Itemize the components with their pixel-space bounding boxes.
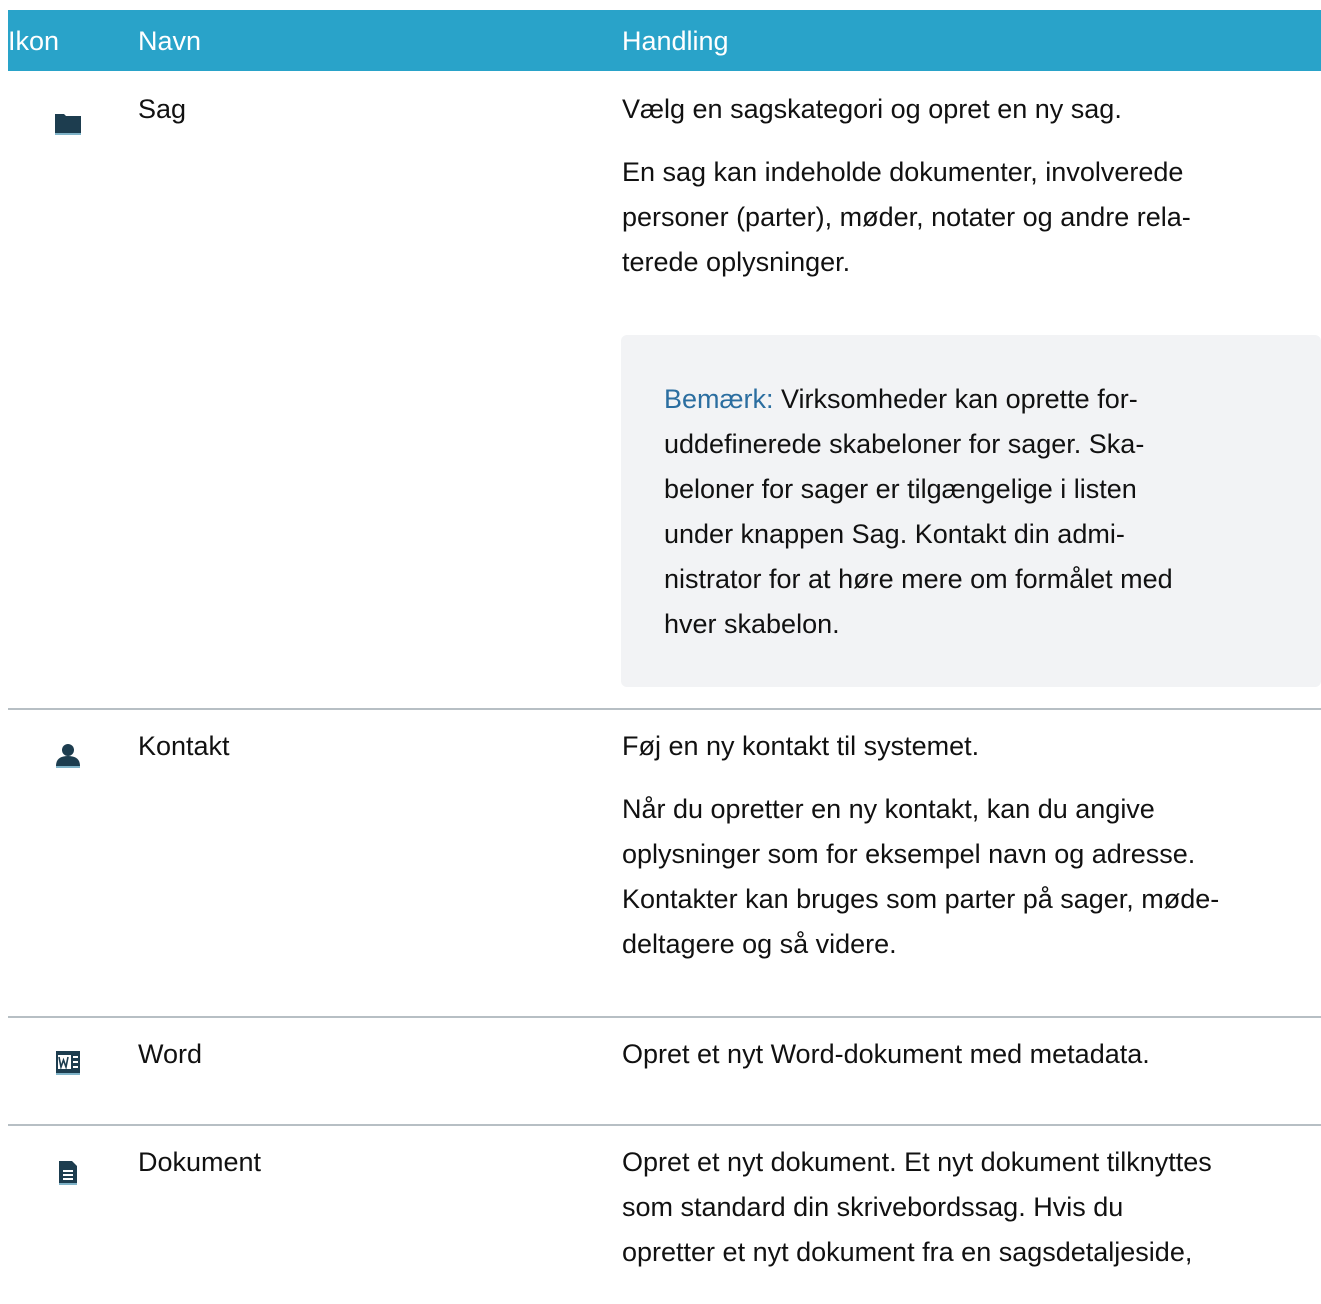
action-text: Opret et nyt dokument. Et nyt dokument t… [622,1147,1212,1177]
note-line: hver skabelon. [664,609,840,639]
column-header-icon: Ikon [8,26,60,56]
table-row-word: Word Opret et nyt Word-dokument med meta… [8,1018,1321,1126]
action-text: oplysninger som for eksempel navn og adr… [622,839,1196,869]
note-box: Bemærk: Virksomheder kan oprette for- ud… [621,335,1321,687]
row-name: Sag [138,94,187,124]
person-icon [55,742,81,773]
word-document-icon [55,1050,81,1081]
row-name: Kontakt [138,731,230,761]
note-label: Bemærk: [664,384,774,414]
note-line: nistrator for at høre mere om formålet m… [664,564,1173,594]
action-text: Føj en ny kontakt til systemet. [622,731,980,761]
action-text: terede oplysninger. [622,247,851,277]
action-text: Når du opretter en ny kontakt, kan du an… [622,794,1155,824]
table-row-dokument: Dokument Opret et nyt dokument. Et nyt d… [8,1126,1321,1304]
table-row-kontakt: Kontakt Føj en ny kontakt til systemet. … [8,710,1321,1018]
note-text: Bemærk: Virksomheder kan oprette for- ud… [664,377,1284,647]
folder-icon [55,110,81,141]
note-line: . Kontakt din admi- [899,519,1125,549]
action-text: Kontakter kan bruges som parter på sager… [622,884,1220,914]
note-line: under knappen [664,519,852,549]
row-action: Føj en ny kontakt til systemet. Når du o… [622,726,1321,964]
table-row-sag: Sag Vælg en sagskategori og opret en ny … [8,71,1321,710]
action-text: En sag kan indeholde dokumenter, involve… [622,157,1184,187]
column-header-action: Handling [622,26,729,56]
action-text: Vælg en sagskategori og opret en ny sag. [622,94,1122,124]
note-line: Virksomheder kan oprette for- [773,384,1138,414]
action-text: som standard din skrivebordssag. Hvis du [622,1192,1124,1222]
action-text: Opret et nyt Word-dokument med metadata. [622,1039,1150,1069]
note-bold-ref: Sag [851,519,900,549]
note-line: beloner for sager er tilgængelige i list… [664,474,1137,504]
row-name: Word [138,1039,203,1069]
row-action: Vælg en sagskategori og opret en ny sag.… [622,89,1321,282]
row-action: Opret et nyt Word-dokument med metadata. [622,1034,1321,1074]
table-header: Ikon Navn Handling [8,10,1321,71]
row-name: Dokument [138,1147,262,1177]
action-text: deltagere og så videre. [622,929,897,959]
row-action: Opret et nyt dokument. Et nyt dokument t… [622,1142,1321,1272]
document-icon [55,1160,81,1191]
action-text: personer (parter), møder, notater og and… [622,202,1191,232]
column-header-name: Navn [138,26,202,56]
action-text: opretter et nyt dokument fra en sagsdeta… [622,1237,1193,1267]
note-line: uddefinerede skabeloner for sager. Ska- [664,429,1145,459]
